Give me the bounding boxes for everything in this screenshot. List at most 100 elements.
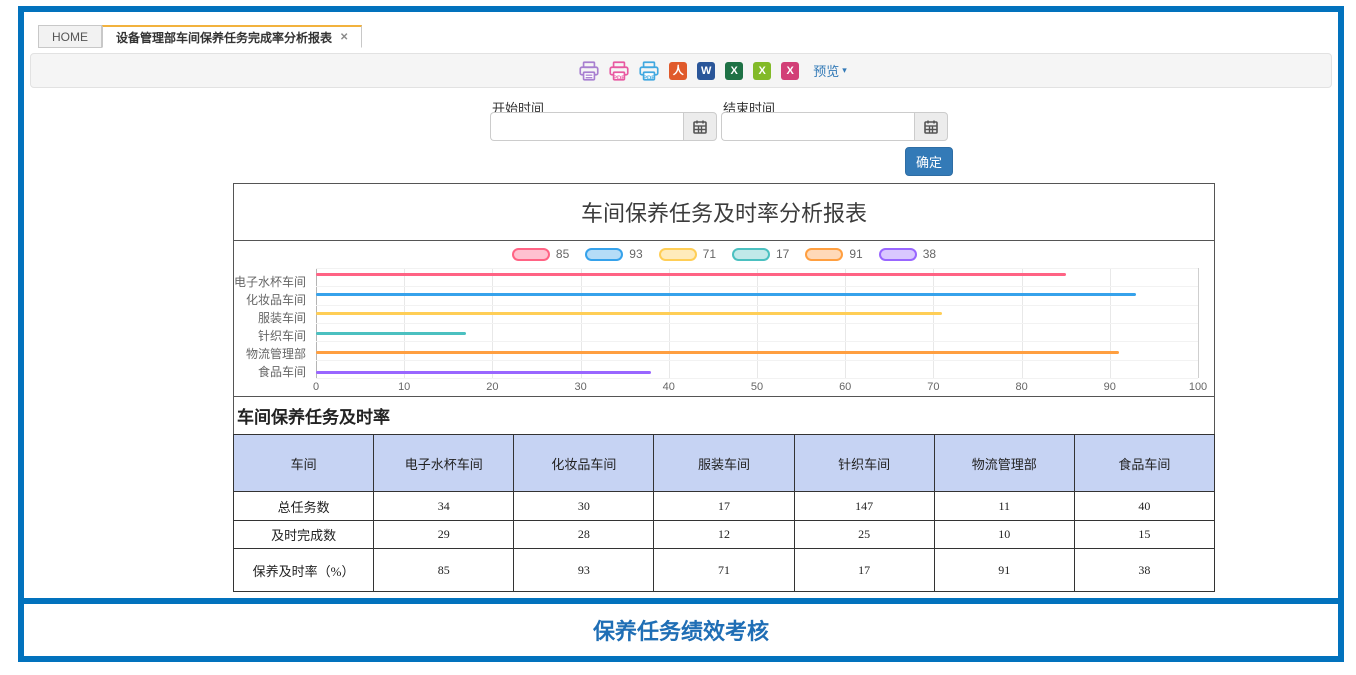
report-container: 车间保养任务及时率分析报表 859371179138 电子水杯车间化妆品车间服装… bbox=[233, 183, 1215, 592]
table-header-cell: 服装车间 bbox=[654, 435, 794, 492]
pdf-export-icon[interactable]: 人 bbox=[669, 62, 687, 80]
legend-swatch bbox=[879, 248, 917, 261]
table-cell: 71 bbox=[654, 549, 794, 592]
toolbar-icons: PDFPDF人WXXX bbox=[579, 61, 799, 81]
start-time-group bbox=[490, 112, 717, 141]
gridline bbox=[316, 286, 1198, 287]
x-tick-label: 10 bbox=[398, 381, 410, 393]
table-header-cell: 针织车间 bbox=[794, 435, 934, 492]
bar-chart: 859371179138 电子水杯车间化妆品车间服装车间针织车间物流管理部食品车… bbox=[234, 241, 1214, 397]
table-cell: 17 bbox=[794, 549, 934, 592]
report-page: HOME 设备管理部车间保养任务完成率分析报表 ✕ PDFPDF人WXXX 预览… bbox=[0, 0, 1356, 675]
table-cell: 85 bbox=[374, 549, 514, 592]
table-cell: 17 bbox=[654, 492, 794, 521]
legend-value: 17 bbox=[776, 247, 789, 261]
gridline bbox=[316, 378, 1198, 379]
print-pdf-blue-icon[interactable]: PDF bbox=[639, 61, 659, 81]
category-label: 化妆品车间 bbox=[246, 293, 306, 307]
end-time-group bbox=[721, 112, 948, 141]
x-tick-label: 50 bbox=[751, 381, 763, 393]
x-tick-label: 60 bbox=[839, 381, 851, 393]
legend-value: 71 bbox=[703, 247, 716, 261]
chart-bar bbox=[316, 351, 1119, 354]
start-time-input[interactable] bbox=[490, 112, 683, 141]
x-axis-ticks: 0102030405060708090100 bbox=[316, 381, 1198, 394]
confirm-button[interactable]: 确定 bbox=[905, 147, 953, 176]
end-calendar-button[interactable] bbox=[914, 112, 948, 141]
legend-swatch bbox=[732, 248, 770, 261]
legend-value: 91 bbox=[849, 247, 862, 261]
table-cell: 34 bbox=[374, 492, 514, 521]
table-header-row: 车间电子水杯车间化妆品车间服装车间针织车间物流管理部食品车间 bbox=[234, 435, 1215, 492]
legend-swatch bbox=[659, 248, 697, 261]
table-header-cell: 化妆品车间 bbox=[514, 435, 654, 492]
chart-bar bbox=[316, 312, 942, 315]
content-frame: HOME 设备管理部车间保养任务完成率分析报表 ✕ PDFPDF人WXXX 预览… bbox=[18, 6, 1344, 662]
svg-text:PDF: PDF bbox=[613, 75, 625, 81]
x-tick-label: 70 bbox=[927, 381, 939, 393]
x-tick-label: 40 bbox=[663, 381, 675, 393]
table-header-cell: 车间 bbox=[234, 435, 374, 492]
table-cell: 38 bbox=[1074, 549, 1214, 592]
chart-legend: 85 93 71 17 91 38 bbox=[234, 247, 1214, 261]
tab-report[interactable]: 设备管理部车间保养任务完成率分析报表 ✕ bbox=[102, 25, 362, 48]
tab-close-icon[interactable]: ✕ bbox=[340, 32, 348, 43]
gridline bbox=[316, 341, 1198, 342]
excel3-export-icon[interactable]: X bbox=[781, 62, 799, 80]
legend-item[interactable]: 71 bbox=[659, 247, 716, 261]
category-label: 物流管理部 bbox=[246, 347, 306, 361]
table-header-cell: 电子水杯车间 bbox=[374, 435, 514, 492]
table-cell: 30 bbox=[514, 492, 654, 521]
table-cell: 40 bbox=[1074, 492, 1214, 521]
legend-value: 85 bbox=[556, 247, 569, 261]
start-calendar-button[interactable] bbox=[683, 112, 717, 141]
table-cell: 147 bbox=[794, 492, 934, 521]
calendar-icon bbox=[693, 120, 707, 134]
x-tick-label: 80 bbox=[1015, 381, 1027, 393]
x-tick-label: 0 bbox=[313, 381, 319, 393]
chart-bar bbox=[316, 332, 466, 335]
print-icon[interactable] bbox=[579, 61, 599, 81]
report-title: 车间保养任务及时率分析报表 bbox=[234, 184, 1214, 241]
tab-bar: HOME 设备管理部车间保养任务完成率分析报表 ✕ bbox=[38, 25, 362, 48]
row-label-cell: 总任务数 bbox=[234, 492, 374, 521]
row-label-cell: 及时完成数 bbox=[234, 521, 374, 549]
gridline bbox=[316, 268, 1198, 269]
x-tick-label: 100 bbox=[1189, 381, 1207, 393]
word-export-icon[interactable]: W bbox=[697, 62, 715, 80]
category-label: 针织车间 bbox=[258, 329, 306, 343]
table-row: 及时完成数292812251015 bbox=[234, 521, 1215, 549]
print-pdf-pink-icon[interactable]: PDF bbox=[609, 61, 629, 81]
legend-swatch bbox=[585, 248, 623, 261]
chevron-down-icon: ▾ bbox=[842, 65, 847, 76]
footer-title: 保养任务绩效考核 bbox=[24, 604, 1338, 656]
table-cell: 15 bbox=[1074, 521, 1214, 549]
legend-swatch bbox=[805, 248, 843, 261]
preview-link[interactable]: 预览 ▾ bbox=[813, 61, 847, 80]
legend-item[interactable]: 17 bbox=[732, 247, 789, 261]
table-row: 保养及时率（%）859371179138 bbox=[234, 549, 1215, 592]
legend-item[interactable]: 93 bbox=[585, 247, 642, 261]
excel-export-icon[interactable]: X bbox=[725, 62, 743, 80]
category-label: 电子水杯车间 bbox=[234, 275, 306, 289]
table-cell: 29 bbox=[374, 521, 514, 549]
legend-item[interactable]: 85 bbox=[512, 247, 569, 261]
legend-item[interactable]: 91 bbox=[805, 247, 862, 261]
calendar-icon bbox=[924, 120, 938, 134]
table-section-heading: 车间保养任务及时率 bbox=[234, 397, 1214, 434]
tab-home[interactable]: HOME bbox=[38, 25, 102, 48]
excel2-export-icon[interactable]: X bbox=[753, 62, 771, 80]
gridline bbox=[316, 323, 1198, 324]
chart-bar bbox=[316, 293, 1136, 296]
legend-item[interactable]: 38 bbox=[879, 247, 936, 261]
chart-bar bbox=[316, 371, 651, 374]
legend-value: 93 bbox=[629, 247, 642, 261]
table-header-cell: 物流管理部 bbox=[934, 435, 1074, 492]
table-cell: 11 bbox=[934, 492, 1074, 521]
gridline bbox=[316, 360, 1198, 361]
gridline bbox=[1198, 268, 1199, 378]
table-row: 总任务数3430171471140 bbox=[234, 492, 1215, 521]
category-label: 食品车间 bbox=[258, 365, 306, 379]
table-header-cell: 食品车间 bbox=[1074, 435, 1214, 492]
end-time-input[interactable] bbox=[721, 112, 914, 141]
